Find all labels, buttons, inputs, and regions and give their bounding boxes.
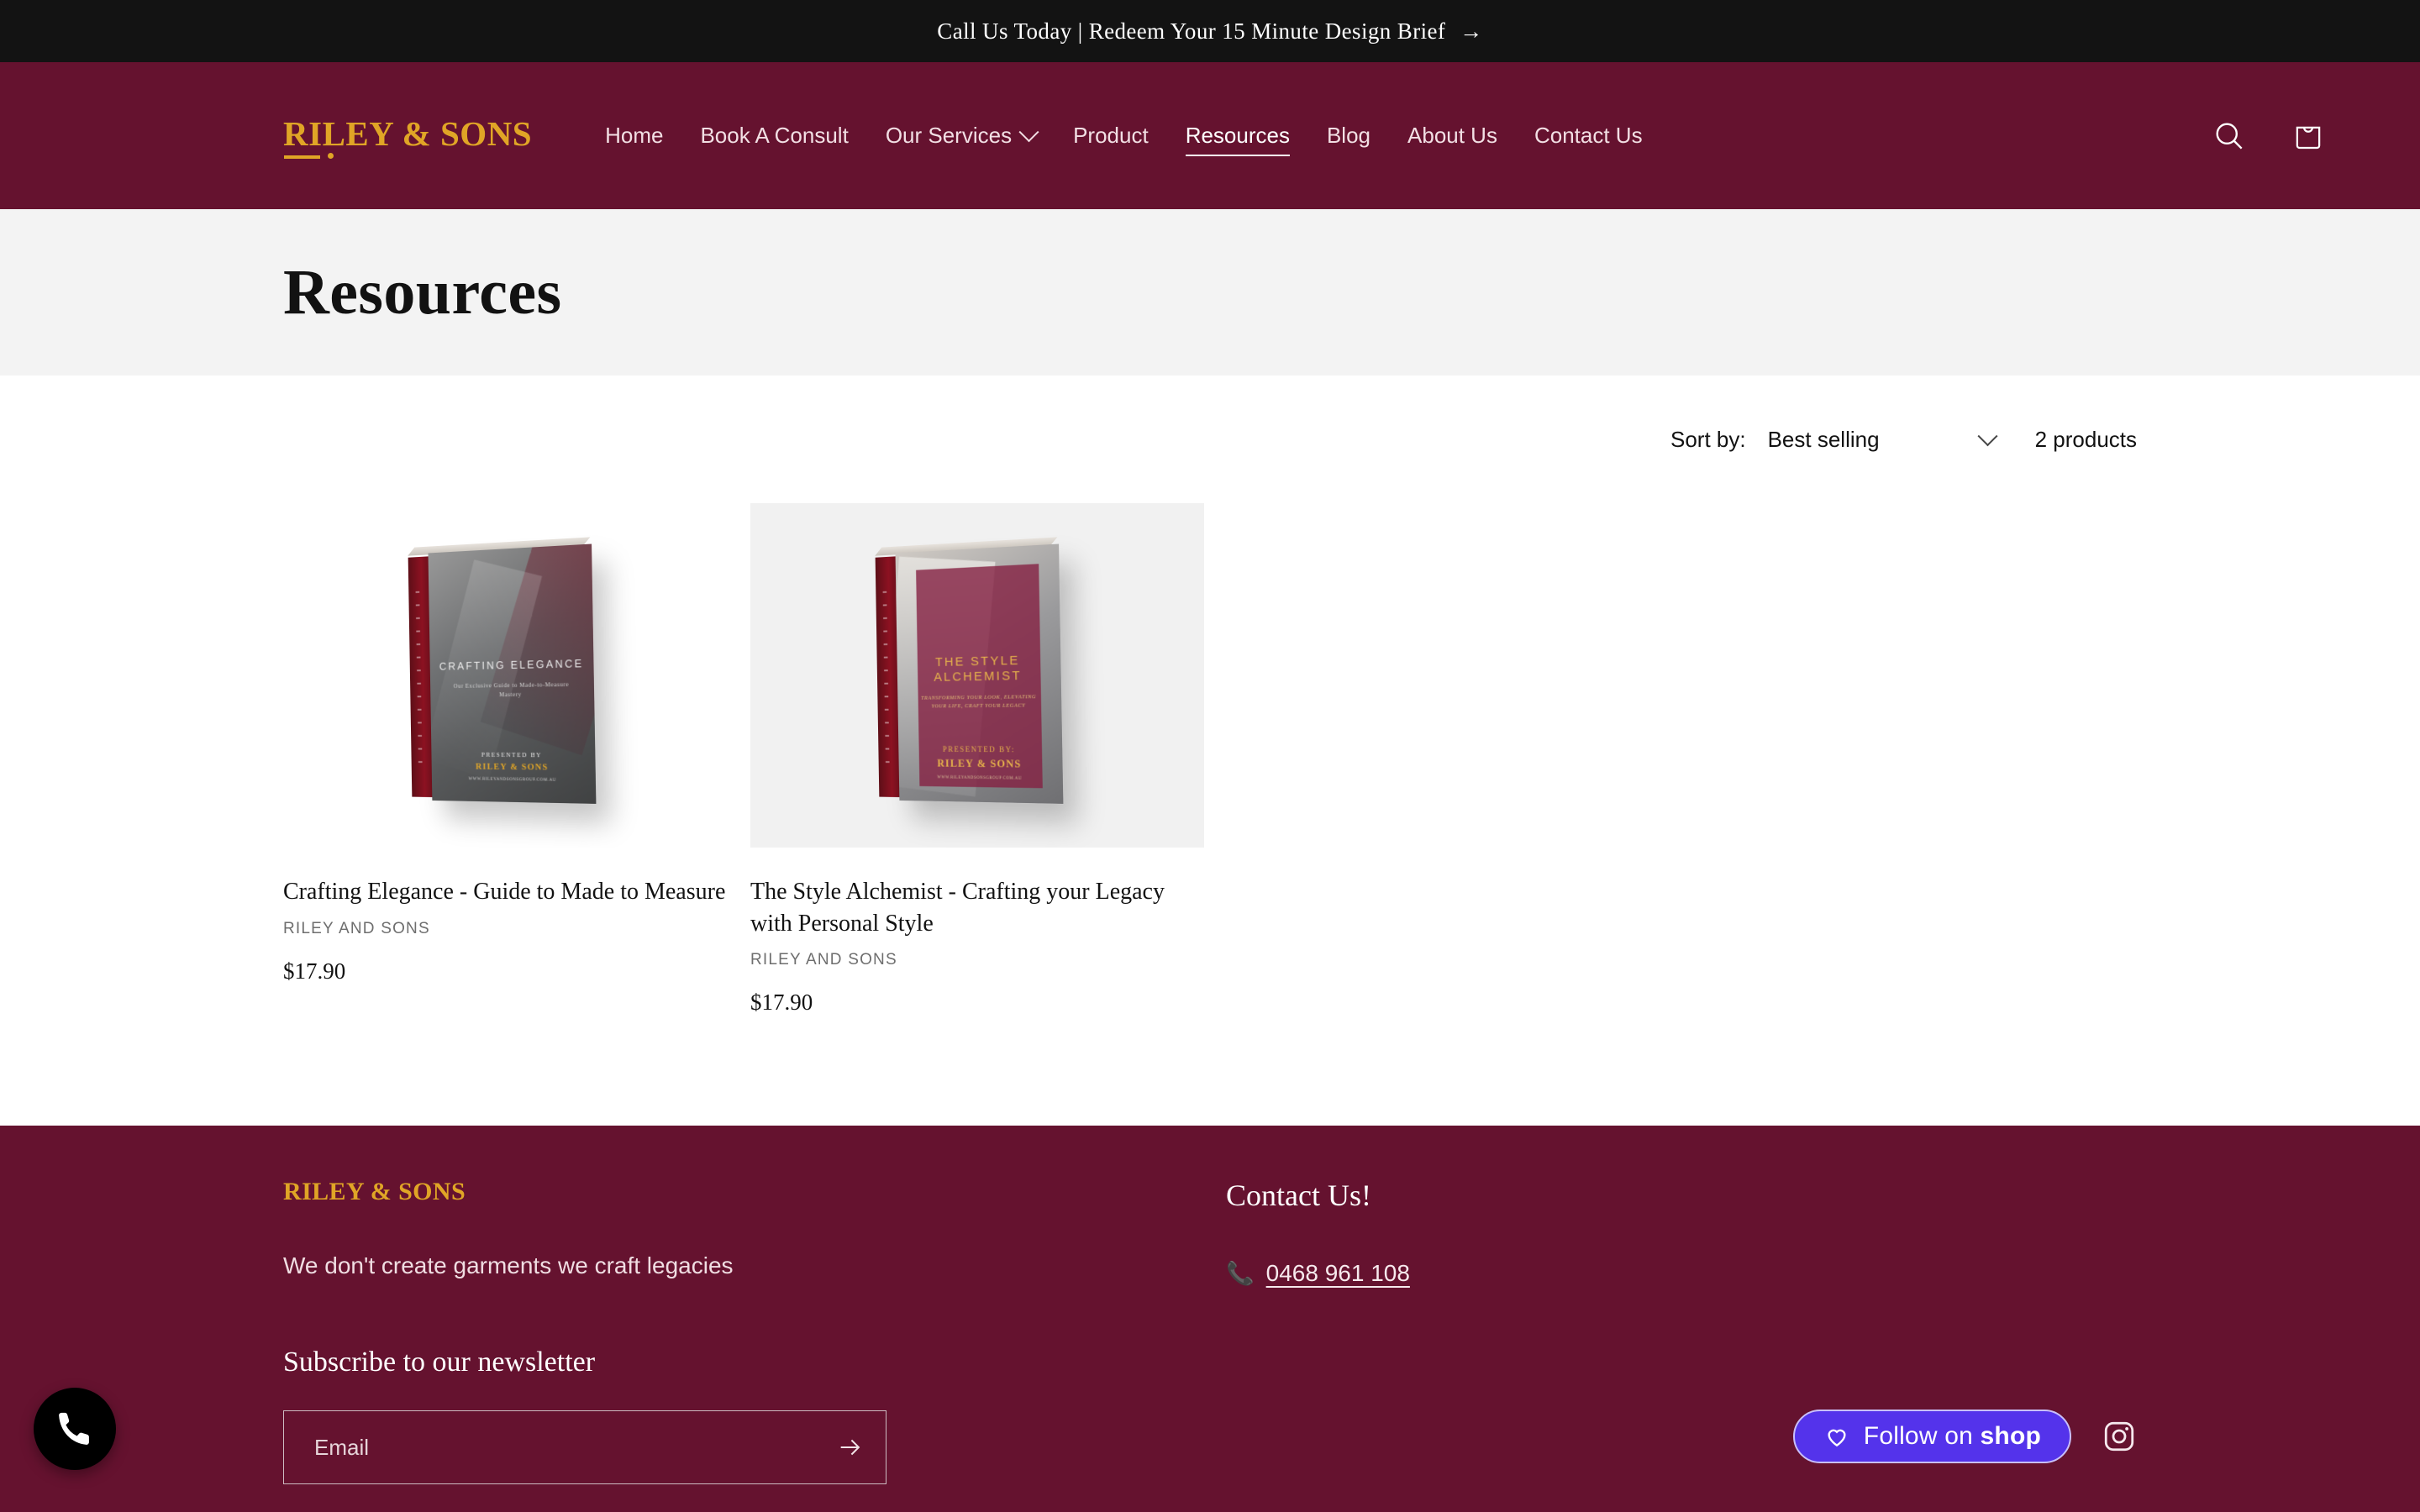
footer-left-column: RILEY & SONS We don't create garments we…: [283, 1178, 1207, 1512]
book-cover-title: CRAFTING ELEGANCE: [439, 658, 584, 673]
follow-on-shop-button[interactable]: Follow on shop: [1792, 1410, 2071, 1463]
product-card[interactable]: THE STYLE ALCHEMIST TRANSFORMING YOUR LO…: [750, 503, 1204, 1016]
phone-icon: 📞: [1226, 1260, 1255, 1286]
footer-logo[interactable]: RILEY & SONS: [283, 1178, 466, 1210]
collection-section: Sort by: Best selling 2 products CRAFTIN…: [0, 375, 2420, 1016]
product-price: $17.90: [283, 958, 346, 984]
product-title[interactable]: The Style Alchemist - Crafting your Lega…: [750, 876, 1204, 939]
logo-dot-mark: [328, 152, 334, 159]
nav-label: Book A Consult: [700, 123, 849, 148]
nav-item-resources[interactable]: Resources: [1167, 114, 1308, 157]
nav-label: Our Services: [885, 123, 1013, 148]
nav-label: Contact Us: [1534, 123, 1643, 148]
nav-item-product[interactable]: Product: [1055, 114, 1167, 157]
newsletter-submit-button[interactable]: [815, 1411, 886, 1483]
arrow-right-icon: [840, 1439, 860, 1456]
floating-phone-button[interactable]: [34, 1388, 116, 1470]
footer-logo-text: RILEY & SONS: [283, 1178, 466, 1205]
follow-on-shop-label: Follow on shop: [1864, 1422, 2041, 1451]
header-actions: [2207, 114, 2370, 158]
contact-phone-link[interactable]: 0468 961 108: [1266, 1260, 1410, 1287]
book-cover-subtitle: Our Exclusive Guide to Made-to-Measure M…: [453, 680, 570, 698]
product-grid: CRAFTING ELEGANCE Our Exclusive Guide to…: [283, 503, 2137, 1016]
page-title-band: Resources: [0, 209, 2420, 375]
site-logo-text: RILEY & SONS: [283, 113, 533, 153]
contact-phone-row[interactable]: 📞 0468 961 108: [1226, 1260, 1410, 1287]
footer-tagline: We don't create garments we craft legaci…: [283, 1252, 734, 1278]
book-cover-title: THE STYLE ALCHEMIST: [934, 653, 1023, 685]
cart-bag-icon[interactable]: [2286, 114, 2330, 158]
footer-right-column: Contact Us! 📞 0468 961 108: [1226, 1178, 1410, 1512]
follow-on-shop-prefix: Follow on: [1863, 1422, 1981, 1450]
search-icon[interactable]: [2207, 114, 2251, 158]
nav-label: Resources: [1185, 123, 1290, 148]
social-cluster: Follow on shop: [1792, 1410, 2137, 1463]
nav-label: Blog: [1326, 123, 1371, 148]
book-mockup: CRAFTING ELEGANCE Our Exclusive Guide to…: [408, 537, 597, 805]
site-header: RILEY & SONS Home Book A Consult Our Ser…: [0, 62, 2420, 209]
nav-item-blog[interactable]: Blog: [1308, 114, 1389, 157]
sort-by-value: Best selling: [1767, 426, 1880, 452]
product-image[interactable]: CRAFTING ELEGANCE Our Exclusive Guide to…: [283, 503, 737, 848]
book-cover-subtitle: TRANSFORMING YOUR LOOK, ELEVATING YOUR L…: [921, 694, 1037, 710]
chevron-down-icon: [1018, 122, 1039, 143]
announcement-bar: Call Us Today | Redeem Your 15 Minute De…: [0, 0, 2420, 62]
book-cover-presented: PRESENTED BY: [481, 750, 543, 759]
site-footer: RILEY & SONS We don't create garments we…: [0, 1126, 2420, 1512]
book-cover-presented: PRESENTED BY:: [942, 744, 1016, 754]
sort-by-select[interactable]: Best selling: [1767, 425, 1998, 453]
main-navigation: Home Book A Consult Our Services Product…: [587, 114, 1660, 157]
page-title: Resources: [283, 256, 562, 328]
book-cover: CRAFTING ELEGANCE Our Exclusive Guide to…: [428, 543, 597, 805]
contact-heading: Contact Us!: [1226, 1179, 1371, 1212]
nav-item-book-a-consult[interactable]: Book A Consult: [681, 114, 866, 157]
sort-by-label: Sort by:: [1670, 426, 1746, 452]
arrow-right-icon: →: [1460, 18, 1483, 44]
book-cover-brand: RILEY & SONS: [475, 762, 549, 773]
nav-item-home[interactable]: Home: [587, 114, 681, 157]
book-cover-brand: RILEY & SONS: [937, 757, 1022, 770]
product-vendor: RILEY AND SONS: [750, 951, 897, 969]
nav-label: Product: [1073, 123, 1149, 148]
collection-toolbar: Sort by: Best selling 2 products: [283, 375, 2137, 503]
nav-label: Home: [605, 123, 664, 148]
book-cover-text: THE STYLE ALCHEMIST TRANSFORMING YOUR LO…: [896, 543, 1064, 804]
product-vendor: RILEY AND SONS: [283, 919, 430, 937]
announcement-link[interactable]: Call Us Today | Redeem Your 15 Minute De…: [937, 18, 1482, 45]
phone-icon: [59, 1412, 89, 1445]
product-image[interactable]: THE STYLE ALCHEMIST TRANSFORMING YOUR LO…: [750, 503, 1204, 848]
nav-label: About Us: [1407, 123, 1497, 148]
instagram-icon[interactable]: [2102, 1419, 2137, 1454]
nav-active-underline: [1185, 155, 1290, 156]
product-info: The Style Alchemist - Crafting your Lega…: [750, 848, 1204, 1016]
book-cover: THE STYLE ALCHEMIST TRANSFORMING YOUR LO…: [895, 543, 1064, 805]
logo-underline-mark: [284, 155, 320, 159]
book-cover-text: CRAFTING ELEGANCE Our Exclusive Guide to…: [429, 543, 597, 804]
book-mockup: THE STYLE ALCHEMIST TRANSFORMING YOUR LO…: [875, 537, 1064, 805]
nav-item-about-us[interactable]: About Us: [1389, 114, 1516, 157]
nav-item-contact-us[interactable]: Contact Us: [1516, 114, 1661, 157]
product-card[interactable]: CRAFTING ELEGANCE Our Exclusive Guide to…: [283, 503, 737, 1016]
newsletter-form: [283, 1410, 886, 1484]
product-title[interactable]: Crafting Elegance - Guide to Made to Mea…: [283, 876, 737, 908]
email-input[interactable]: [284, 1411, 815, 1483]
announcement-text: Call Us Today | Redeem Your 15 Minute De…: [937, 18, 1446, 44]
product-count: 2 products: [2034, 426, 2137, 452]
newsletter-heading: Subscribe to our newsletter: [283, 1347, 596, 1378]
heart-icon: [1828, 1429, 1846, 1447]
book-cover-url: WWW.RILEYANDSONSGROUP.COM.AU: [937, 775, 1023, 781]
product-price: $17.90: [750, 990, 813, 1016]
page-root: Call Us Today | Redeem Your 15 Minute De…: [0, 0, 2420, 1512]
product-info: Crafting Elegance - Guide to Made to Mea…: [283, 848, 737, 984]
chevron-down-icon: [1977, 425, 1998, 446]
shop-word: shop: [1980, 1422, 2041, 1450]
book-cover-url: WWW.RILEYANDSONSGROUP.COM.AU: [468, 777, 557, 783]
site-logo[interactable]: RILEY & SONS: [283, 113, 532, 159]
nav-item-our-services[interactable]: Our Services: [867, 114, 1055, 157]
